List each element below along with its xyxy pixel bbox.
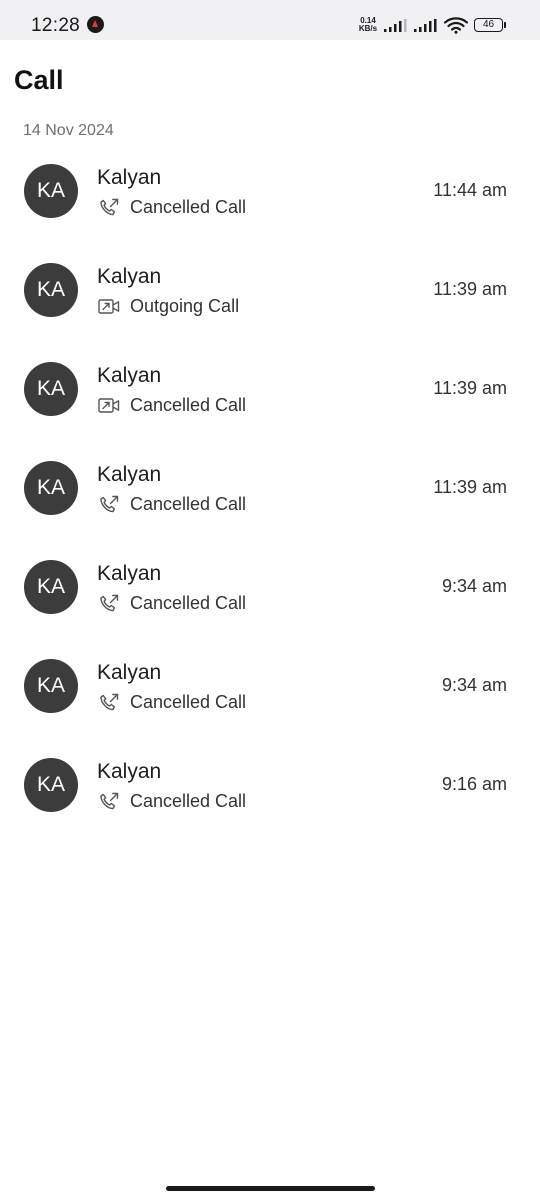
contact-name: Kalyan [97,661,162,684]
voice-call-icon [98,792,120,812]
battery-icon: 46 [474,18,503,32]
call-status: Cancelled Call [130,692,247,712]
call-status: Cancelled Call [130,197,247,217]
call-time: 11:44 am [433,180,507,200]
contact-name: Kalyan [97,463,162,486]
call-log-item[interactable]: KA Kalyan Cancelled Call 11:39 am [0,439,540,538]
contact-name: Kalyan [97,265,162,288]
voice-call-icon [98,594,120,614]
voice-call-icon [98,198,120,218]
call-log-item[interactable]: KA Kalyan Cancelled Call 9:34 am [0,637,540,736]
video-call-icon [98,297,120,317]
notification-app-icon [87,16,104,33]
contact-name: Kalyan [97,166,162,189]
call-log-list: KA Kalyan Cancelled Call 11:44 am KA Kal… [0,142,540,835]
call-log-item[interactable]: KA Kalyan Cancelled Call 11:44 am [0,142,540,241]
call-status: Outgoing Call [130,296,240,316]
call-log-item[interactable]: KA Kalyan Cancelled Call 9:16 am [0,736,540,835]
avatar: KA [24,164,78,218]
contact-name: Kalyan [97,760,162,783]
network-speed-unit: KB/s [358,24,378,33]
avatar: KA [24,362,78,416]
avatar: KA [24,461,78,515]
call-status: Cancelled Call [130,593,247,613]
date-group-header: 14 Nov 2024 [23,122,114,139]
call-log-item[interactable]: KA Kalyan Outgoing Call 11:39 am [0,241,540,340]
voice-call-icon [98,693,120,713]
call-status: Cancelled Call [130,395,247,415]
call-status: Cancelled Call [130,791,247,811]
page-title: Call [14,65,64,95]
avatar: KA [24,758,78,812]
battery-level: 46 [482,19,495,30]
call-log-item[interactable]: KA Kalyan Cancelled Call 9:34 am [0,538,540,637]
avatar: KA [24,659,78,713]
call-time: 11:39 am [433,279,507,299]
voice-call-icon [98,495,120,515]
status-time: 12:28 [31,15,81,36]
call-time: 11:39 am [433,477,507,497]
avatar: KA [24,560,78,614]
video-call-icon [98,396,120,416]
contact-name: Kalyan [97,562,162,585]
call-time: 9:34 am [441,576,507,596]
call-time: 11:39 am [433,378,507,398]
avatar: KA [24,263,78,317]
network-speed: 0.14 KB/s [356,17,380,33]
cellular-signal-icon [384,19,407,32]
battery-tip [504,22,506,28]
call-time: 9:16 am [441,774,507,794]
wifi-icon [444,17,468,34]
call-status: Cancelled Call [130,494,247,514]
contact-name: Kalyan [97,364,162,387]
call-time: 9:34 am [441,675,507,695]
call-log-item[interactable]: KA Kalyan Cancelled Call 11:39 am [0,340,540,439]
status-bar: 12:28 0.14 KB/s 46 [0,0,540,40]
home-indicator[interactable] [166,1186,375,1191]
cellular-signal-icon [414,19,437,32]
